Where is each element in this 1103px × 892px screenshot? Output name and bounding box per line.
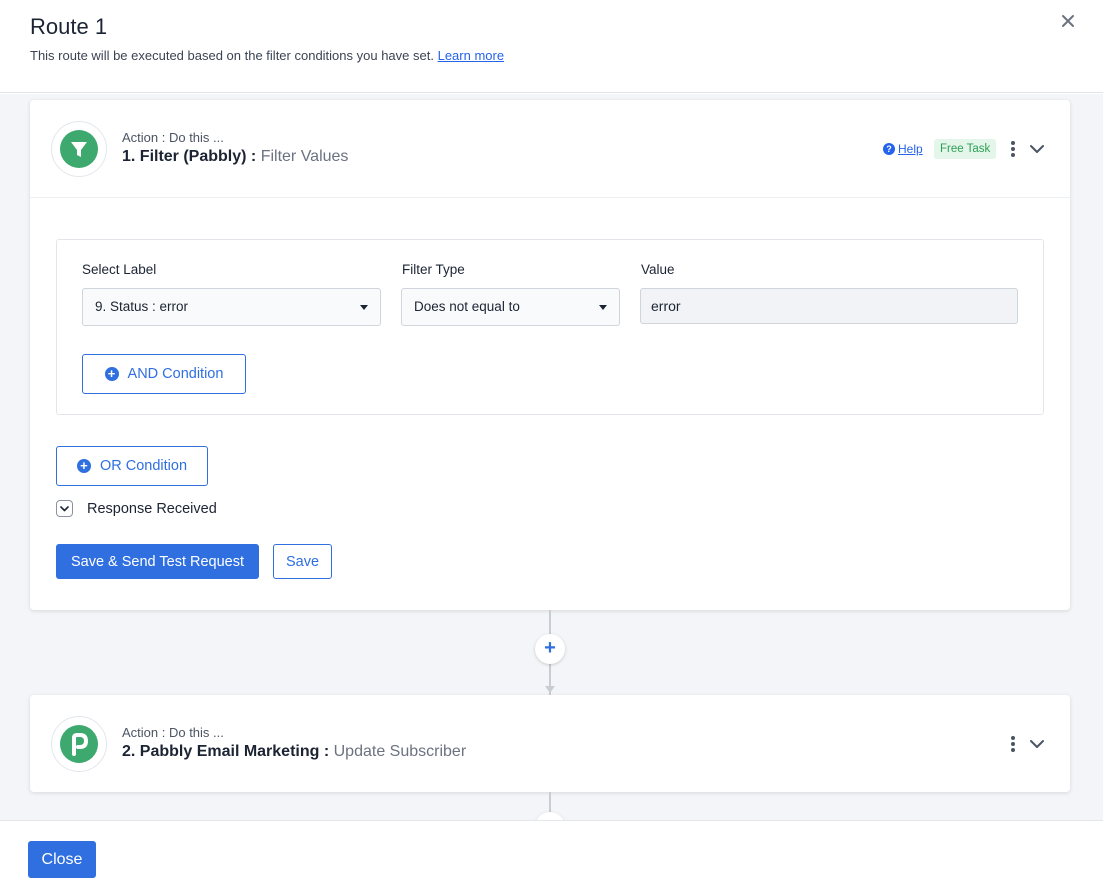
- close-button[interactable]: Close: [28, 841, 96, 878]
- workflow-canvas[interactable]: Action : Do this ... 1. Filter (Pabbly) …: [0, 94, 1103, 820]
- add-step-plus-icon[interactable]: [535, 812, 565, 820]
- caret-down-icon: [599, 305, 607, 310]
- pabbly-email-logo: [51, 716, 107, 772]
- plus-circle-icon: +: [76, 459, 91, 473]
- chevron-down-icon: [56, 500, 73, 517]
- save-button[interactable]: Save: [273, 544, 332, 579]
- modal-header: Route 1 This route will be executed base…: [0, 0, 1103, 93]
- free-task-badge: Free Task: [934, 139, 997, 159]
- action-title: 2. Pabbly Email Marketing : Update Subsc…: [122, 743, 466, 761]
- funnel-icon: [71, 142, 87, 157]
- plus-circle-icon: +: [104, 367, 119, 381]
- caret-down-icon: [360, 305, 368, 310]
- and-condition-button[interactable]: + AND Condition: [82, 354, 246, 394]
- add-step-plus-icon[interactable]: +: [535, 634, 565, 664]
- action-kicker: Action : Do this ...: [122, 725, 224, 740]
- more-options-icon[interactable]: [1008, 139, 1018, 159]
- event-name: Filter Values: [260, 148, 349, 165]
- filter-type-value: Does not equal to: [414, 299, 520, 314]
- question-icon: ?: [883, 143, 895, 155]
- close-x-icon[interactable]: [1057, 10, 1079, 32]
- filter-app-logo: [51, 121, 107, 177]
- modal-subtitle-text: This route will be executed based on the…: [30, 48, 434, 63]
- response-received-toggle[interactable]: Response Received: [56, 500, 217, 517]
- app-name: 1. Filter (Pabbly) :: [122, 148, 261, 165]
- response-received-label: Response Received: [87, 500, 217, 517]
- and-condition-label: AND Condition: [127, 366, 224, 382]
- or-condition-label: OR Condition: [99, 458, 188, 474]
- learn-more-link[interactable]: Learn more: [438, 48, 504, 63]
- chevron-down-icon[interactable]: [1029, 141, 1045, 157]
- more-options-icon[interactable]: [1008, 734, 1018, 754]
- value-input[interactable]: error: [640, 288, 1018, 324]
- help-link[interactable]: ? Help: [883, 142, 923, 156]
- label-select[interactable]: 9. Status : error: [82, 288, 381, 326]
- step-header[interactable]: Action : Do this ... 1. Filter (Pabbly) …: [30, 100, 1070, 198]
- step-header[interactable]: Action : Do this ... 2. Pabbly Email Mar…: [30, 695, 1070, 793]
- chevron-down-icon[interactable]: [1029, 736, 1045, 752]
- pabbly-p-icon: [72, 733, 88, 756]
- filter-type-select[interactable]: Does not equal to: [401, 288, 620, 326]
- modal-title: Route 1: [30, 14, 108, 39]
- step-card-filter: Action : Do this ... 1. Filter (Pabbly) …: [30, 100, 1070, 610]
- select-label-heading: Select Label: [82, 262, 157, 277]
- action-title: 1. Filter (Pabbly) : Filter Values: [122, 148, 348, 166]
- or-condition-button[interactable]: + OR Condition: [56, 446, 208, 486]
- modal-subtitle: This route will be executed based on the…: [30, 48, 504, 63]
- event-name: Update Subscriber: [333, 743, 467, 760]
- value-heading: Value: [641, 262, 675, 277]
- help-label: Help: [898, 142, 923, 156]
- filter-type-heading: Filter Type: [402, 262, 465, 277]
- app-name: 2. Pabbly Email Marketing :: [122, 743, 334, 760]
- connector-arrow-icon: [545, 686, 555, 693]
- modal-footer: Close: [0, 820, 1103, 892]
- filter-condition-group: Select Label Filter Type Value 9. Status…: [56, 239, 1044, 415]
- label-select-value: 9. Status : error: [95, 299, 189, 314]
- action-kicker: Action : Do this ...: [122, 130, 224, 145]
- step-card-email[interactable]: Action : Do this ... 2. Pabbly Email Mar…: [30, 695, 1070, 792]
- save-send-test-button[interactable]: Save & Send Test Request: [56, 544, 259, 579]
